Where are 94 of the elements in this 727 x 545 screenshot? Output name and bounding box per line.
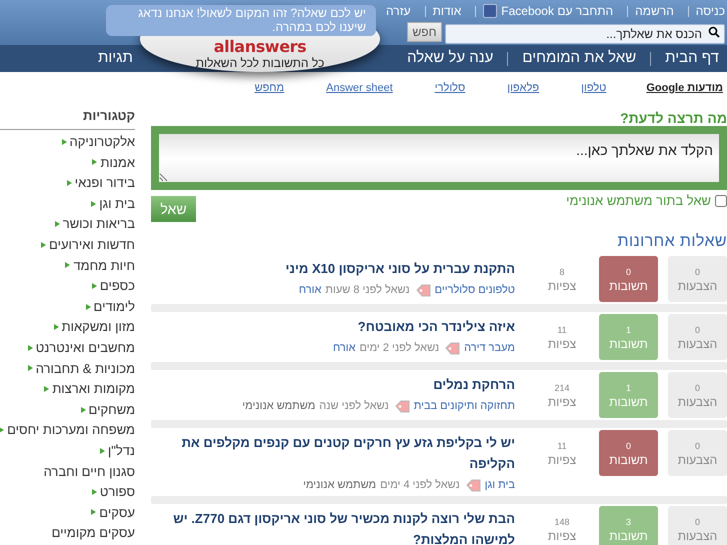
votes-count: 0 — [695, 516, 700, 528]
question-title[interactable]: יש לי בקליפת גזע עץ חרקים קטנים עם קנפים מקלפים את הקליפה — [151, 432, 515, 474]
ad-link[interactable]: סלולרי — [434, 80, 466, 96]
tag-icon — [394, 400, 410, 412]
category-item[interactable]: ספורט — [100, 482, 135, 502]
ask-title: מה תרצה לדעת? — [619, 109, 727, 126]
category-item[interactable]: נדל"ן — [108, 440, 135, 460]
views-label: צפיות — [548, 278, 576, 294]
category-item[interactable]: עסקים מקומיים — [52, 523, 135, 543]
category-item[interactable]: מזון ומשקאות — [62, 317, 135, 337]
answers-label: תשובות — [609, 394, 648, 410]
views-count: 214 — [554, 382, 570, 394]
author-link[interactable]: אורח — [332, 339, 356, 357]
ad-link[interactable]: Answer sheet — [326, 80, 393, 96]
category-item[interactable]: בית וגן — [99, 194, 135, 214]
category-item[interactable]: סגנון חיים וחברה — [44, 462, 135, 482]
question-title[interactable]: איזה צילינדר הכי מאובטח? — [151, 316, 515, 337]
nav-link[interactable]: תגיות — [98, 47, 133, 70]
category-item[interactable]: בריאות וכושר — [62, 214, 135, 234]
category-item[interactable]: מכוניות & תחבורה — [36, 358, 135, 378]
views-label: צפיות — [548, 336, 576, 352]
tag-link[interactable]: מעבר דירה — [464, 339, 515, 357]
ad-link[interactable]: פלאפון — [507, 80, 540, 96]
question-title[interactable]: התקנת עברית על סוני אריקסון X10 מיני — [151, 258, 515, 279]
answers-count: 1 — [626, 382, 632, 394]
category-item[interactable]: אמנות — [100, 152, 135, 172]
search-button[interactable]: חפש — [407, 22, 442, 42]
logo-wordmark: allanswers — [214, 39, 306, 55]
category-item[interactable]: חדשות ואירועים — [49, 235, 135, 255]
votes-count: 0 — [695, 324, 700, 336]
views-label: צפיות — [548, 528, 576, 544]
category-item[interactable]: משפחה ומערכות יחסים — [7, 420, 135, 440]
tag-link[interactable]: תחזוקה ותיקונים בבית — [414, 397, 515, 415]
votes-count: 0 — [695, 266, 700, 278]
views-count: 11 — [557, 324, 567, 336]
category-item[interactable]: משחקים — [88, 400, 135, 420]
tag-icon — [416, 284, 431, 296]
question-title[interactable]: הבת שלי רוצה לקנות מכשיר של סוני אריקסון דגם Z770. יש למישהו המלצות? — [151, 508, 515, 545]
author-name: משתמש אנונימי — [242, 399, 316, 414]
asked-time: נשאל לפני 4 ימים — [380, 478, 460, 493]
search-field[interactable]: הכנס את שאלתך... — [445, 24, 725, 44]
nav-link[interactable]: דף הבית — [665, 47, 719, 70]
votes-label: הצבעות — [678, 394, 718, 410]
asked-time: נשאל לפני 2 ימים — [360, 341, 440, 356]
nav-link[interactable]: ענה על שאלה — [407, 47, 494, 70]
votes-label: הצבעות — [678, 528, 718, 544]
tag-link[interactable]: בית וגן — [484, 476, 515, 494]
answers-count: 1 — [626, 324, 632, 336]
search-icon — [708, 26, 720, 38]
answers-label: תשובות — [609, 452, 648, 468]
tag-icon — [445, 342, 460, 354]
author-link[interactable]: אורח — [298, 281, 322, 299]
votes-label: הצבעות — [678, 452, 718, 468]
category-item[interactable]: אלקטרוניקה — [70, 132, 135, 152]
answers-label: תשובות — [609, 336, 648, 352]
category-item[interactable]: חיות מחמד — [73, 256, 135, 276]
votes-count: 0 — [695, 382, 700, 394]
views-label: צפיות — [548, 452, 576, 468]
ad-link[interactable]: טלפון — [581, 80, 606, 96]
category-item[interactable]: עסקים — [99, 502, 135, 522]
answers-count: 3 — [626, 516, 632, 528]
asked-time: נשאל לפני 8 שעות — [325, 283, 410, 298]
asked-time: נשאל לפני שנה — [319, 399, 389, 414]
question-title[interactable]: הרחקת נמלים — [151, 374, 515, 395]
views-label: צפיות — [548, 394, 576, 410]
votes-label: הצבעות — [678, 278, 718, 294]
votes-count: 0 — [695, 440, 700, 452]
sidebar-title: קטגוריות — [0, 104, 135, 130]
facebook-icon — [483, 4, 498, 18]
category-item[interactable]: לימודים — [94, 296, 135, 316]
recent-title: שאלות אחרונות — [616, 232, 727, 252]
answers-label: תשובות — [609, 528, 648, 544]
info-tooltip: יש לכם שאלה? זהו המקום לשאול! אנחנו נדאג שיענו לכם במהרה. — [106, 5, 376, 36]
answers-count: 0 — [626, 266, 632, 278]
answers-count: 0 — [626, 440, 632, 452]
anonymous-checkbox[interactable] — [715, 195, 727, 207]
views-count: 148 — [554, 516, 570, 528]
views-count: 11 — [557, 440, 567, 452]
views-count: 8 — [560, 266, 565, 278]
anonymous-label: שאל בתור משתמש אנונימי — [566, 192, 711, 210]
votes-label: הצבעות — [678, 336, 718, 352]
question-input[interactable]: הקלד את שאלתך כאן... — [159, 134, 719, 182]
ad-link[interactable]: מחפש — [254, 80, 284, 96]
answers-label: תשובות — [609, 278, 648, 294]
tag-link[interactable]: טלפונים סלולריים — [434, 281, 515, 299]
logo-tagline: כל התשובות לכל השאלות — [196, 56, 324, 70]
ads-label: מודעות Google — [646, 80, 723, 96]
tag-icon — [466, 478, 481, 492]
category-item[interactable]: בידור ופנאי — [74, 173, 135, 193]
category-item[interactable]: מקומות וארצות — [52, 379, 135, 399]
nav-link[interactable]: שאל את המומחים — [522, 47, 636, 70]
author-name: משתמש אנונימי — [303, 478, 376, 493]
category-item[interactable]: מחשבים ואינטרנט — [36, 338, 135, 358]
category-item[interactable]: כספים — [100, 276, 135, 296]
